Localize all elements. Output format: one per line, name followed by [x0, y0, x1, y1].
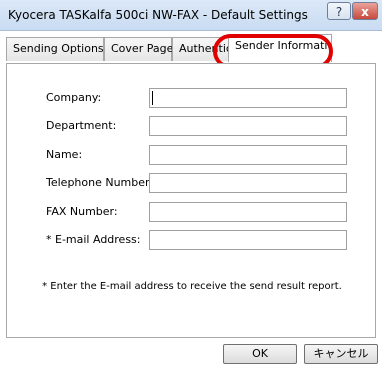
department-field[interactable] — [149, 116, 347, 136]
window-title: Kyocera TASKalfa 500ci NW-FAX - Default … — [8, 8, 308, 22]
name-row: Name: — [7, 145, 377, 165]
telephone-row: Telephone Number: — [7, 173, 377, 193]
email-row: * E-mail Address: — [7, 230, 377, 250]
fax-label: FAX Number: — [46, 205, 118, 218]
company-field[interactable] — [149, 88, 347, 108]
email-note: * Enter the E-mail address to receive th… — [42, 281, 342, 292]
cancel-button[interactable]: キャンセル — [304, 344, 378, 364]
tab-cover-page[interactable]: Cover Page — [104, 37, 173, 61]
telephone-field[interactable] — [149, 173, 347, 193]
company-row: Company: — [7, 88, 377, 108]
department-label: Department: — [46, 119, 117, 132]
title-bar: Kyocera TASKalfa 500ci NW-FAX - Default … — [0, 0, 382, 31]
email-label: * E-mail Address: — [46, 233, 141, 246]
tab-sending-options[interactable]: Sending Options — [6, 37, 104, 61]
dialog-window: Kyocera TASKalfa 500ci NW-FAX - Default … — [0, 0, 382, 371]
department-row: Department: — [7, 116, 377, 136]
close-button[interactable]: x — [352, 2, 378, 20]
sender-information-panel: Company: Department: Name: Telephone Num… — [6, 63, 376, 338]
email-field[interactable] — [149, 230, 347, 250]
ok-button[interactable]: OK — [223, 344, 297, 364]
company-label: Company: — [46, 91, 102, 104]
name-label: Name: — [46, 148, 83, 161]
tab-authentication[interactable]: Authenticiation — [172, 37, 230, 61]
help-button[interactable]: ? — [327, 2, 351, 20]
tab-sender-information[interactable]: Sender Information — [228, 34, 332, 62]
name-field[interactable] — [149, 145, 347, 165]
telephone-label: Telephone Number: — [46, 176, 154, 189]
fax-field[interactable] — [149, 202, 347, 222]
text-caret — [152, 91, 153, 105]
fax-row: FAX Number: — [7, 202, 377, 222]
